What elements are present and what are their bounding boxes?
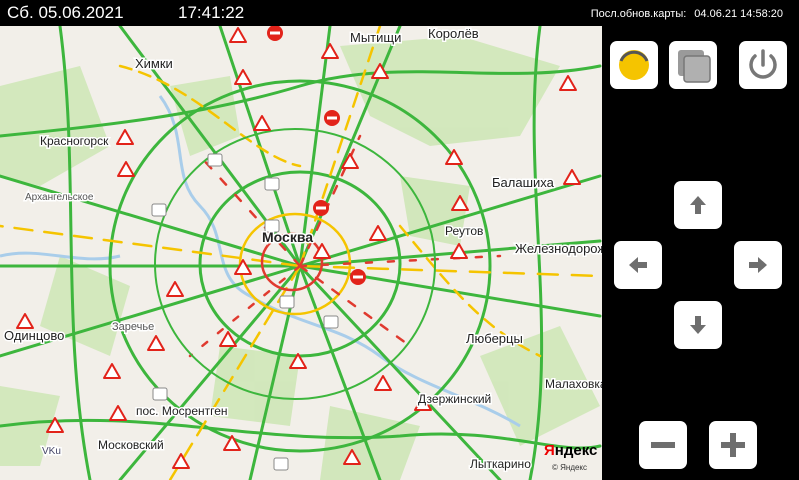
label-lyubertsy: Люберцы <box>466 331 523 346</box>
traffic-light-icon <box>619 50 649 80</box>
power-icon <box>749 49 777 79</box>
label-moskovsky: Московский <box>98 438 164 452</box>
pan-up-button[interactable] <box>674 181 722 229</box>
label-malakhovka: Малаховка <box>545 377 602 391</box>
map-update-label: Посл.обнов.карты: <box>590 8 687 20</box>
layers-icon <box>678 50 711 83</box>
map-provider-logo: Яндекс <box>544 442 598 459</box>
map-copyright: © Яндекс <box>552 463 588 472</box>
arrow-right-icon <box>749 257 767 273</box>
traffic-toggle-button[interactable] <box>610 41 658 89</box>
arrow-down-icon <box>690 316 706 334</box>
label-dzerzhinsky: Дзержинский <box>418 392 491 406</box>
no-entry-icon <box>267 26 283 41</box>
label-khimki: Химки <box>135 56 173 71</box>
label-lytkarino: Лыткарино <box>470 457 531 471</box>
pan-right-button[interactable] <box>734 241 782 289</box>
no-entry-icon <box>324 110 340 126</box>
map-canvas[interactable]: Мытищи Королёв Химки Красногорск Арханге… <box>0 26 602 480</box>
control-panel <box>602 26 799 480</box>
power-button[interactable] <box>739 41 787 89</box>
label-vku: VKu <box>42 446 61 457</box>
label-mytishchi: Мытищи <box>350 30 401 45</box>
label-arkhangelskoe: Архангельское <box>25 192 94 203</box>
plus-icon <box>721 433 745 457</box>
label-mos-rentgen: пос. Мосрентген <box>136 404 228 418</box>
no-entry-icon <box>350 269 366 285</box>
label-korolev: Королёв <box>428 26 479 41</box>
minus-icon <box>651 442 675 448</box>
label-balashikha: Балашиха <box>492 175 555 190</box>
zoom-out-button[interactable] <box>639 421 687 469</box>
label-moskva: Москва <box>262 229 313 245</box>
label-odintsovo: Одинцово <box>4 328 64 343</box>
label-zheleznodorozhny: Железнодорожный <box>515 241 602 256</box>
map-update-timestamp: 04.06.21 14:58:20 <box>694 8 783 20</box>
label-krasnogorsk: Красногорск <box>40 134 109 148</box>
label-zarechye: Заречье <box>112 321 154 333</box>
top-status-bar: Сб. 05.06.2021 17:41:22 Посл.обнов.карты… <box>0 0 799 26</box>
layers-button[interactable] <box>669 41 717 89</box>
map-update-info: Посл.обнов.карты: 04.06.21 14:58:20 <box>591 8 783 20</box>
pan-down-button[interactable] <box>674 301 722 349</box>
current-time: 17:41:22 <box>178 3 245 22</box>
arrow-left-icon <box>629 257 647 273</box>
current-date: Сб. 05.06.2021 <box>7 3 124 22</box>
pan-left-button[interactable] <box>614 241 662 289</box>
arrow-up-icon <box>690 196 706 214</box>
label-reutov: Реутов <box>445 224 483 238</box>
traffic-map[interactable]: Мытищи Королёв Химки Красногорск Арханге… <box>0 26 602 480</box>
no-entry-icon <box>313 200 329 216</box>
zoom-in-button[interactable] <box>709 421 757 469</box>
